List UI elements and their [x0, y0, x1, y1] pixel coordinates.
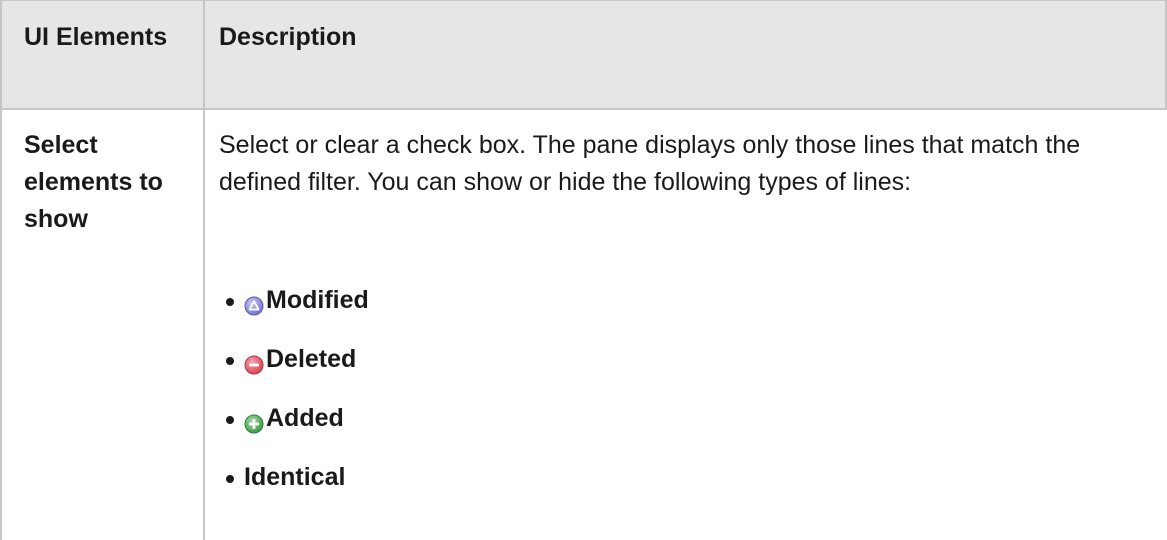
list-item-added: Added	[226, 400, 369, 459]
added-icon	[244, 408, 264, 445]
list-item-deleted: Deleted	[226, 341, 369, 400]
row-ui-element-label: Select elements to show	[24, 131, 163, 233]
list-item-modified: Modified	[226, 282, 369, 341]
bullet-dot	[226, 416, 234, 424]
list-item-label: Modified	[266, 286, 369, 314]
bullet-dot	[226, 357, 234, 365]
modified-icon	[244, 290, 264, 327]
ui-elements-table: UI Elements Description Select elements …	[0, 0, 1167, 540]
table-border-left	[0, 0, 2, 540]
header-description: Description	[219, 23, 357, 51]
line-types-list: Modified Deleted Added Identical	[226, 282, 369, 518]
bullet-dot	[226, 475, 234, 483]
list-item-label: Added	[266, 404, 344, 432]
list-item-identical: Identical	[226, 459, 369, 518]
table-header-row: UI Elements Description	[0, 0, 1167, 110]
bullet-dot	[226, 298, 234, 306]
header-ui-elements: UI Elements	[24, 23, 168, 51]
column-divider	[203, 0, 205, 540]
list-item-label: Identical	[244, 463, 346, 491]
list-item-label: Deleted	[266, 345, 357, 373]
row-description: Select or clear a check box. The pane di…	[219, 131, 1081, 196]
deleted-icon	[244, 349, 264, 386]
